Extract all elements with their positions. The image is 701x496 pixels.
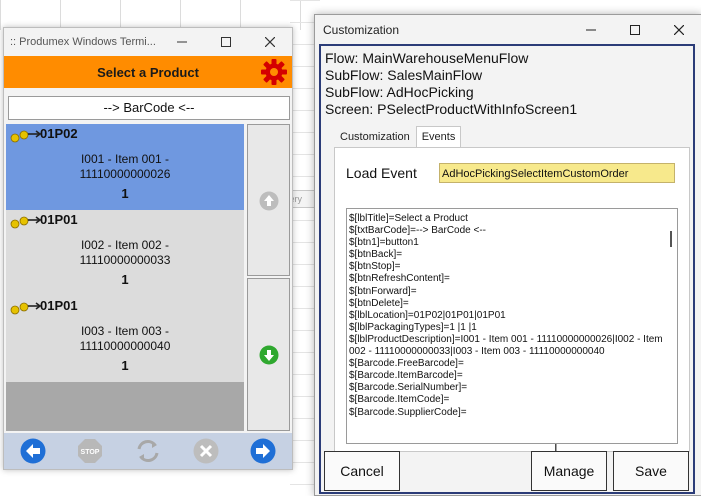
item-name: I002 - Item 002 - bbox=[80, 238, 170, 252]
item-description: I001 - Item 001 - 11110000000026 bbox=[6, 152, 244, 182]
save-button[interactable]: Save bbox=[613, 451, 689, 491]
minimize-icon bbox=[586, 29, 596, 31]
item-location: 01P02 bbox=[40, 126, 78, 141]
tab-events[interactable]: Events bbox=[415, 126, 462, 148]
item-quantity: 1 bbox=[121, 186, 129, 201]
item-quantity: 1 bbox=[121, 272, 129, 287]
item-name: I001 - Item 001 - bbox=[80, 152, 170, 166]
tab-customization[interactable]: Customization bbox=[334, 126, 416, 148]
subflow-label: SubFlow: SalesMainFlow bbox=[325, 67, 483, 83]
item-location: 01P01 bbox=[40, 298, 78, 313]
bottom-toolbar: STOP bbox=[4, 433, 292, 469]
background-grid-columns bbox=[0, 0, 320, 30]
item-barcode: 11110000000033 bbox=[79, 253, 171, 267]
close-icon bbox=[265, 37, 275, 47]
delete-icon bbox=[193, 438, 219, 464]
arrow-down-icon bbox=[259, 345, 279, 365]
back-button[interactable] bbox=[19, 437, 47, 465]
scroll-up-button[interactable] bbox=[247, 124, 290, 276]
stop-icon: STOP bbox=[78, 439, 103, 463]
minimize-button[interactable] bbox=[160, 28, 204, 56]
stop-button[interactable]: STOP bbox=[76, 437, 104, 465]
location-keys-icon bbox=[10, 130, 42, 143]
location-keys-icon bbox=[10, 216, 42, 229]
item-description: I002 - Item 002 - 11110000000033 bbox=[6, 238, 244, 268]
close-button[interactable] bbox=[248, 28, 292, 56]
location-keys-icon bbox=[10, 302, 42, 315]
load-event-input[interactable]: AdHocPickingSelectItemCustomOrder bbox=[439, 163, 675, 183]
list-item[interactable]: 01P01 I003 - Item 003 - 11110000000040 1 bbox=[6, 296, 244, 382]
refresh-button[interactable] bbox=[134, 437, 162, 465]
close-button[interactable] bbox=[657, 16, 701, 44]
tab-strip: Customization Events bbox=[334, 126, 462, 148]
item-barcode: 11110000000026 bbox=[79, 167, 171, 181]
screen-title: Select a Product bbox=[97, 64, 199, 80]
item-barcode: 11110000000040 bbox=[79, 339, 171, 353]
close-icon bbox=[674, 25, 684, 35]
flow-label: Flow: MainWarehouseMenuFlow bbox=[325, 50, 529, 66]
produmex-window: :: Produmex Windows Termi... Select a Pr… bbox=[3, 27, 293, 470]
produmex-window-title: :: Produmex Windows Termi... bbox=[10, 36, 156, 48]
screen-header: Select a Product bbox=[4, 56, 292, 88]
list-item[interactable]: 01P01 I002 - Item 002 - 11110000000033 1 bbox=[6, 210, 244, 296]
minimize-button[interactable] bbox=[569, 16, 613, 44]
item-description: I003 - Item 003 - 11110000000040 bbox=[6, 324, 244, 354]
minimize-icon bbox=[177, 41, 187, 43]
subflow-label: SubFlow: AdHocPicking bbox=[325, 84, 474, 100]
list-scroll-buttons bbox=[247, 124, 290, 431]
item-name: I003 - Item 003 - bbox=[80, 324, 170, 338]
back-arrow-icon bbox=[20, 438, 46, 464]
load-event-label: Load Event bbox=[346, 165, 417, 181]
barcode-field[interactable]: --> BarCode <-- bbox=[8, 96, 290, 120]
script-scrollbar-thumb[interactable] bbox=[670, 231, 672, 247]
customization-content: Flow: MainWarehouseMenuFlow SubFlow: Sal… bbox=[319, 44, 695, 494]
maximize-button[interactable] bbox=[204, 28, 248, 56]
maximize-button[interactable] bbox=[613, 16, 657, 44]
arrow-up-icon bbox=[259, 191, 279, 211]
flow-info: Flow: MainWarehouseMenuFlow SubFlow: Sal… bbox=[325, 50, 577, 118]
cancel-button[interactable]: Cancel bbox=[324, 451, 400, 491]
maximize-icon bbox=[630, 25, 640, 35]
script-content: $[lblTitle]=Select a Product $[txtBarCod… bbox=[349, 213, 663, 418]
maximize-icon bbox=[221, 37, 231, 47]
script-scrollbar[interactable] bbox=[665, 209, 677, 443]
customization-titlebar: Customization bbox=[315, 15, 701, 45]
customization-window: Customization Flow: MainWarehouseMenuFlo… bbox=[314, 14, 701, 496]
forward-button[interactable] bbox=[249, 437, 277, 465]
item-location: 01P01 bbox=[40, 212, 78, 227]
delete-button[interactable] bbox=[192, 437, 220, 465]
events-panel: Load Event AdHocPickingSelectItemCustomO… bbox=[334, 147, 690, 452]
gear-icon[interactable] bbox=[260, 58, 288, 86]
list-item[interactable]: 01P02 I001 - Item 001 - 11110000000026 1 bbox=[6, 124, 244, 210]
manage-button[interactable]: Manage bbox=[531, 451, 607, 491]
produmex-titlebar: :: Produmex Windows Termi... bbox=[4, 28, 292, 56]
customization-window-title: Customization bbox=[323, 23, 400, 37]
forward-arrow-icon bbox=[250, 438, 276, 464]
refresh-icon bbox=[137, 440, 159, 462]
screen-label: Screen: PSelectProductWithInfoScreen1 bbox=[325, 101, 578, 117]
scroll-down-button[interactable] bbox=[247, 278, 290, 431]
svg-text:STOP: STOP bbox=[81, 449, 100, 456]
item-quantity: 1 bbox=[121, 358, 129, 373]
product-list: 01P02 I001 - Item 001 - 11110000000026 1… bbox=[6, 124, 244, 431]
script-textarea[interactable]: $[lblTitle]=Select a Product $[txtBarCod… bbox=[346, 208, 678, 444]
